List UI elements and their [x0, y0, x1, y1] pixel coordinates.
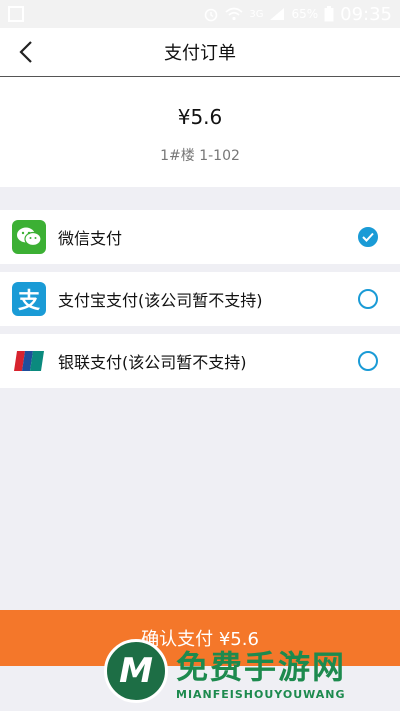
- payment-label-unionpay: 银联支付(该公司暂不支持): [58, 353, 247, 372]
- page-title: 支付订单: [164, 43, 236, 64]
- watermark-text: 免费手游网 MIANFEISHOUYOUWANG: [176, 642, 346, 701]
- payment-option-unionpay[interactable]: 银联支付(该公司暂不支持): [0, 334, 400, 388]
- gallery-icon: [8, 6, 24, 22]
- battery-percent: 65%: [291, 7, 319, 21]
- clock: 09:35: [340, 3, 392, 25]
- alipay-icon: 支: [12, 282, 46, 316]
- payment-option-wechat[interactable]: 微信支付: [0, 210, 400, 264]
- alarm-icon: [205, 8, 218, 22]
- order-price: ¥5.6: [177, 105, 223, 129]
- signal-icon: [270, 8, 285, 20]
- navigation-bar: 支付订单: [0, 28, 400, 77]
- payment-label-wechat: 微信支付: [58, 229, 123, 248]
- watermark-logo-icon: M: [104, 639, 168, 703]
- watermark-title: 免费手游网: [176, 647, 347, 686]
- order-summary: ¥5.6 1#楼 1-102: [0, 77, 400, 187]
- radio-wechat-selected[interactable]: [358, 227, 378, 247]
- payment-label-alipay: 支付宝支付(该公司暂不支持): [58, 291, 263, 310]
- chevron-left-icon: [19, 41, 32, 63]
- wechat-icon: [12, 220, 46, 254]
- unionpay-icon: [12, 344, 46, 378]
- back-button[interactable]: [10, 36, 42, 68]
- payment-option-alipay[interactable]: 支 支付宝支付(该公司暂不支持): [0, 272, 400, 326]
- check-icon: [362, 232, 374, 242]
- status-bar: 3G 65% 09:35: [0, 0, 400, 28]
- watermark: M 免费手游网 MIANFEISHOUYOUWANG: [104, 634, 394, 708]
- battery-icon: [324, 6, 334, 22]
- radio-unionpay[interactable]: [358, 351, 378, 371]
- order-room: 1#楼 1-102: [160, 148, 240, 164]
- wifi-icon: [225, 7, 243, 21]
- radio-alipay[interactable]: [358, 289, 378, 309]
- watermark-subtitle: MIANFEISHOUYOUWANG: [176, 687, 346, 701]
- network-type-label: 3G: [249, 8, 264, 20]
